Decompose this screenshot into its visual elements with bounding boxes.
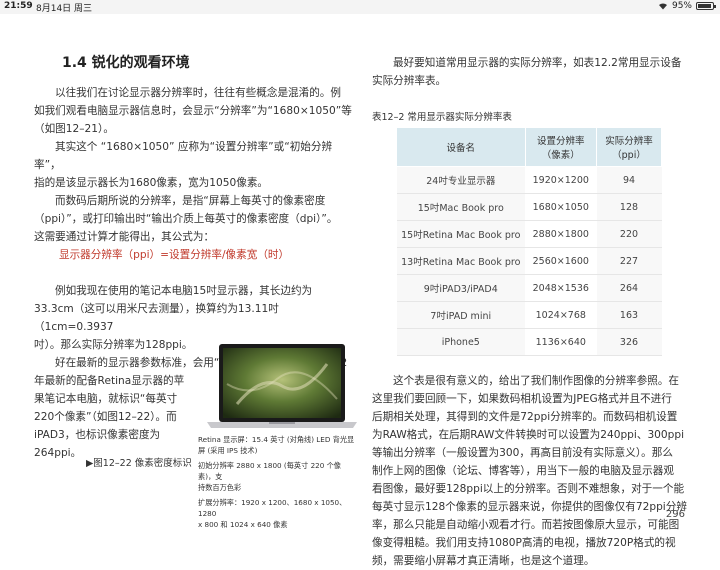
laptop-image (207, 344, 357, 428)
table-title: 表12–2 常用显示器实际分辨率表 (372, 112, 512, 123)
right-column: 最好要知道常用显示器的实际分辨率，如表12.2常用显示设备 实际分辨率表。 表1… (372, 54, 690, 570)
battery-icon (696, 2, 716, 10)
table-cell-set-resolution: 1680×1050 (525, 193, 597, 221)
table-cell-ppi: 163 (596, 301, 662, 329)
paragraph-2: 其实这个 “1680×1050” 应称为“设置分辨率”或“初始分辨率”， 指的是… (34, 141, 333, 189)
table-cell-set-resolution: 2560×1600 (525, 247, 597, 275)
table-header-set-resolution: 设置分辨率 （像素） (524, 127, 598, 167)
table-cell-device: 7吋iPAD mini (396, 301, 526, 329)
table-cell-set-resolution: 1136×640 (525, 328, 597, 356)
figure-caption: ▶图12–22 像素密度标识 (86, 458, 192, 469)
table-cell-ppi: 326 (596, 328, 662, 356)
table-cell-ppi: 128 (596, 193, 662, 221)
table-cell-device: 24吋专业显示器 (396, 166, 526, 194)
table-cell-device: 15吋Retina Mac Book pro (396, 220, 526, 248)
battery-percent: 95% (671, 1, 692, 11)
book-page[interactable]: 1.4 锐化的观看环境 以往我们在讨论显示器分辨率时，往往有些概念是混淆的。例 … (0, 14, 720, 567)
table-header-device: 设备名 (396, 127, 526, 167)
paragraph-3: 而数码后期所说的分辨率，是指“屏幕上每英寸的像素密度 （ppi）”，或打印输出时… (34, 195, 338, 243)
spec-text: Retina 显示屏：15.4 英寸 (对角线) LED 背光显 屏 (采用 I… (198, 435, 355, 529)
paragraph-1: 以往我们在讨论显示器分辨率时，往往有些概念是混淆的。例 如我们观看电脑显示器信息… (34, 87, 352, 135)
table-row: 7吋iPAD mini 1024×768 163 (396, 301, 662, 329)
section-title: 1.4 锐化的观看环境 (62, 55, 190, 71)
table-row: 9吋iPAD3/iPAD4 2048×1536 264 (396, 274, 662, 302)
status-date: 8月14日 周三 (36, 4, 93, 14)
formula: 显示器分辨率（ppi）=设置分辨率/像素宽（时） (59, 249, 290, 261)
table-cell-set-resolution: 1920×1200 (525, 166, 597, 194)
right-paragraph: 这个表是很有意义的，给出了我们制作图像的分辨率参照。在 这里我们要回顾一下，如果… (372, 375, 687, 567)
table-cell-ppi: 227 (596, 247, 662, 275)
resolution-table: 设备名 设置分辨率 （像素） 实际分辨率 （ppi） 24吋专业显示器 1920×12… (396, 127, 662, 356)
table-row: 15吋Mac Book pro 1680×1050 128 (396, 193, 662, 221)
table-cell-set-resolution: 2880×1800 (525, 220, 597, 248)
table-cell-device: iPhone5 (396, 328, 526, 356)
table-header-row: 设备名 设置分辨率 （像素） 实际分辨率 （ppi） (396, 127, 662, 167)
table-row: 15吋Retina Mac Book pro 2880×1800 220 (396, 220, 662, 248)
table-cell-set-resolution: 1024×768 (525, 301, 597, 329)
table-cell-device: 13吋Retina Mac Book pro (396, 247, 526, 275)
table-row: iPhone5 1136×640 326 (396, 328, 662, 356)
status-right: 95% (658, 1, 716, 11)
table-row: 13吋Retina Mac Book pro 2560×1600 227 (396, 247, 662, 275)
table-cell-device: 15吋Mac Book pro (396, 193, 526, 221)
table-cell-ppi: 94 (596, 166, 662, 194)
table-cell-device: 9吋iPAD3/iPAD4 (396, 274, 526, 302)
status-bar: 21:59 8月14日 周三 95% (0, 0, 720, 14)
table-row: 24吋专业显示器 1920×1200 94 (396, 166, 662, 194)
wifi-icon (658, 3, 667, 10)
table-body: 24吋专业显示器 1920×1200 94 15吋Mac Book pro 1680×1… (396, 166, 662, 356)
table-cell-ppi: 264 (596, 274, 662, 302)
right-intro: 最好要知道常用显示器的实际分辨率，如表12.2常用显示设备 实际分辨率表。 (372, 57, 682, 87)
table-header-actual-resolution: 实际分辨率 （ppi） (596, 127, 662, 167)
table-cell-set-resolution: 2048×1536 (525, 274, 597, 302)
table-cell-ppi: 220 (596, 220, 662, 248)
status-time: 21:59 (4, 1, 33, 11)
page-number: 296 (665, 509, 685, 520)
